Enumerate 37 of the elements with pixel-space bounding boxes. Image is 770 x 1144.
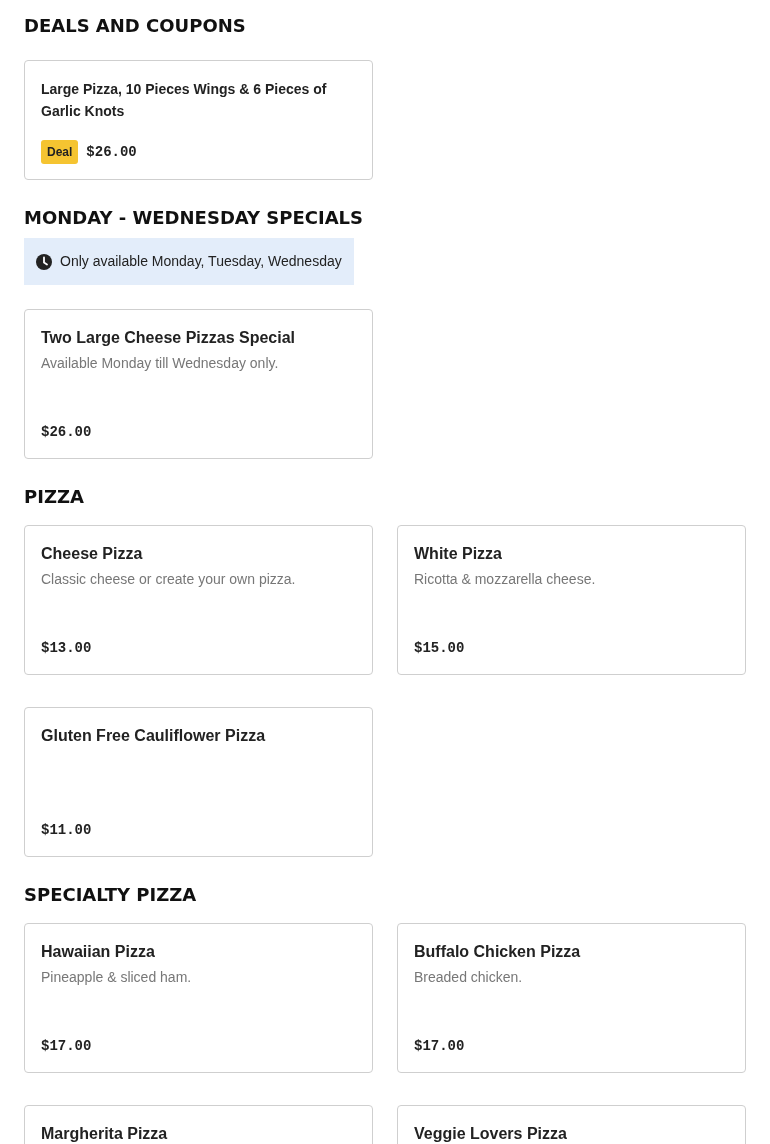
section-heading: DEALS AND COUPONS: [24, 14, 247, 38]
menu-item-card[interactable]: Gluten Free Cauliflower Pizza $11.00: [24, 707, 373, 857]
item-description: Ricotta & mozzarella cheese.: [414, 570, 597, 589]
menu-item-card[interactable]: Veggie Lovers Pizza: [397, 1105, 746, 1144]
menu-item-card[interactable]: Two Large Cheese Pizzas Special Available Monday till Wednesday only. $26.00: [24, 309, 373, 459]
menu-item-card[interactable]: Margherita Pizza: [24, 1105, 373, 1144]
item-description: Pineapple & sliced ham.: [41, 968, 193, 987]
item-price: $17.00: [414, 1037, 465, 1056]
item-name: White Pizza: [414, 544, 503, 564]
notice-text: Only available Monday, Tuesday, Wednesday: [60, 252, 342, 271]
section-heading: SPECIALTY PIZZA: [24, 883, 198, 907]
item-name: Cheese Pizza: [41, 544, 144, 564]
menu-item-card[interactable]: Buffalo Chicken Pizza Breaded chicken. $17.00: [397, 923, 746, 1073]
item-name: Gluten Free Cauliflower Pizza: [41, 726, 267, 746]
item-name: Two Large Cheese Pizzas Special: [41, 328, 297, 348]
item-description: Breaded chicken.: [414, 968, 524, 987]
item-price: $26.00: [86, 142, 137, 162]
section-heading: MONDAY - WEDNESDAY SPECIALS: [24, 206, 365, 230]
menu-item-card[interactable]: Hawaiian Pizza Pineapple & sliced ham. $17.00: [24, 923, 373, 1073]
item-description: Available Monday till Wednesday only.: [41, 354, 280, 373]
menu-item-card[interactable]: Cheese Pizza Classic cheese or create your own pizza. $13.00: [24, 525, 373, 675]
menu-item-card[interactable]: Large Pizza, 10 Pieces Wings & 6 Pieces of Garlic Knots Deal $26.00: [24, 60, 373, 180]
deal-tag: Deal: [41, 140, 79, 164]
item-price: $13.00: [41, 639, 92, 658]
item-price: $11.00: [41, 821, 92, 840]
item-name: Margherita Pizza: [41, 1124, 169, 1144]
item-name: Hawaiian Pizza: [41, 942, 156, 962]
item-description: Classic cheese or create your own pizza.: [41, 570, 297, 589]
item-price: $17.00: [41, 1037, 92, 1056]
item-name: Veggie Lovers Pizza: [414, 1124, 568, 1144]
menu-item-card[interactable]: White Pizza Ricotta & mozzarella cheese. $15.00: [397, 525, 746, 675]
item-name: Buffalo Chicken Pizza: [414, 942, 582, 962]
clock-icon: [36, 253, 52, 270]
item-price: $26.00: [41, 423, 92, 442]
section-heading: PIZZA: [24, 485, 85, 509]
item-price: $15.00: [414, 639, 465, 658]
item-name: Large Pizza, 10 Pieces Wings & 6 Pieces of Garlic Knots: [41, 80, 328, 121]
